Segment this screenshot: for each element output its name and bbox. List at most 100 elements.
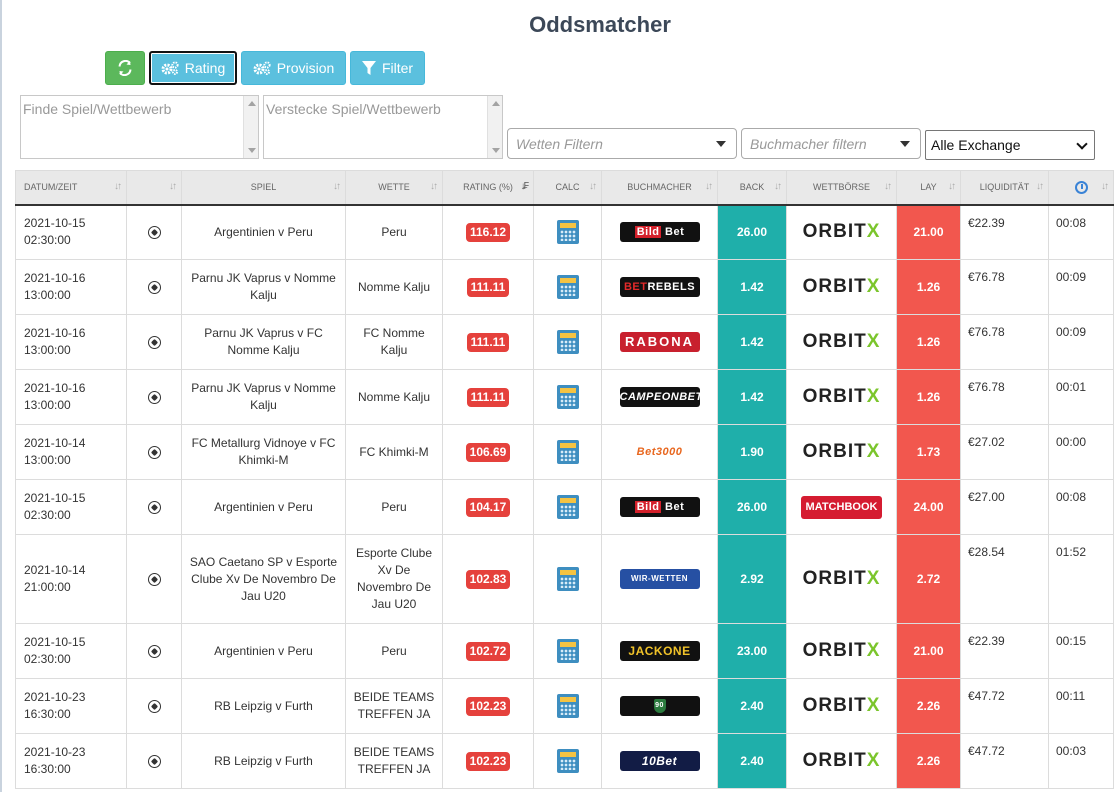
table-row[interactable]: 2021-10-15 02:30:00 Argentinien v Peru Peru… [15,204,1114,260]
bookmaker-cell[interactable]: Bild Bet [601,479,718,535]
col-header-bet[interactable]: Wette ↓↑ [345,170,443,206]
table-row[interactable]: 2021-10-15 02:30:00 Argentinien v Peru Peru… [15,623,1114,679]
find-match-placeholder: Finde Spiel/Wettbewerb [23,101,172,117]
back-odds-cell[interactable]: 1.90 [717,424,787,480]
provision-button[interactable]: Provision [241,51,346,85]
back-odds-cell[interactable]: 2.40 [717,733,787,789]
bookmaker-cell[interactable]: RABONA [601,314,718,370]
back-odds-cell[interactable]: 2.40 [717,678,787,734]
logo-text: ORBIT [802,275,867,297]
calculator-icon[interactable] [556,694,579,718]
table-row[interactable]: 2021-10-14 21:00:00 SAO Caetano SP v Espor… [15,534,1114,624]
lay-odds-cell[interactable]: 21.00 [896,623,961,679]
col-header-lay[interactable]: Lay ↓↑ [896,170,961,206]
bets-filter-select[interactable]: Wetten Filtern [507,128,737,159]
col-header-date[interactable]: Datum/Zeit ↓↑ [15,170,127,206]
back-odds-cell[interactable]: 26.00 [717,204,787,260]
bookmaker-cell[interactable]: 10Bet [601,733,718,789]
bookmaker-cell[interactable]: BETREBELS [601,259,718,315]
back-odds-cell[interactable]: 1.42 [717,314,787,370]
exchange-cell[interactable]: ORBITX [786,314,897,370]
table-row[interactable]: 2021-10-23 16:30:00 RB Leipzig v Furth BEID… [15,733,1114,789]
calculator-icon[interactable] [556,330,579,354]
calculator-icon[interactable] [556,220,579,245]
bookmaker-cell[interactable]: 90 [601,678,718,734]
col-header-sport[interactable]: ↓↑ [126,170,182,206]
col-header-age[interactable]: ↓↑ [1048,170,1114,206]
back-odds-cell[interactable]: 1.42 [717,369,787,425]
jackone-logo: JACKONE [619,641,700,661]
table-row[interactable]: 2021-10-16 13:00:00 Parnu JK Vaprus v Nomm… [15,369,1114,425]
liquidity-cell: €27.00 [960,479,1049,535]
col-header-label: Lay [920,182,937,193]
logo-text: ORBIT [802,385,867,407]
exchange-select[interactable]: Alle Exchange [925,130,1095,160]
table-row[interactable]: 2021-10-16 13:00:00 Parnu JK Vaprus v FC N… [15,314,1114,370]
exchange-cell[interactable]: ORBITX [786,424,897,480]
exchange-cell[interactable]: ORBITX [786,259,897,315]
col-header-exchange[interactable]: Wettbörse ↓↑ [786,170,897,206]
exchange-cell[interactable]: ORBITX [786,534,897,624]
logo-text: X [866,220,881,242]
calculator-icon[interactable] [556,495,579,519]
calculator-icon[interactable] [556,440,579,464]
textarea-scrollbar[interactable] [243,96,258,158]
table-row[interactable]: 2021-10-23 16:30:00 RB Leipzig v Furth BEID… [15,678,1114,734]
sort-icon: ↓↑ [589,181,597,192]
rating-button[interactable]: Rating [149,51,237,85]
lay-odds-cell[interactable]: 2.26 [896,678,961,734]
col-header-calc[interactable]: Calc ↓↑ [533,170,602,206]
col-header-liquidity[interactable]: Liquidität ↓↑ [960,170,1049,206]
lay-odds-cell[interactable]: 2.72 [896,534,961,624]
date-cell: 2021-10-23 16:30:00 [15,678,127,734]
exchange-cell[interactable]: ORBITX [786,733,897,789]
exchange-cell[interactable]: ORBITX [786,678,897,734]
exchange-cell[interactable]: ORBITX [786,204,897,260]
col-header-back[interactable]: Back ↓↑ [717,170,787,206]
lay-odds-cell[interactable]: 1.26 [896,259,961,315]
bookmaker-cell[interactable]: Bild Bet [601,204,718,260]
back-odds-cell[interactable]: 23.00 [717,623,787,679]
refresh-button[interactable] [105,51,145,85]
back-odds-cell[interactable]: 1.42 [717,259,787,315]
table-row[interactable]: 2021-10-16 13:00:00 Parnu JK Vaprus v Nomm… [15,259,1114,315]
bookmaker-cell[interactable]: CAMPEONBET [601,369,718,425]
calculator-screen [559,333,576,338]
bookmaker-cell[interactable]: Bet3000 [601,424,718,480]
table-row[interactable]: 2021-10-15 02:30:00 Argentinien v Peru Peru… [15,479,1114,535]
lay-odds-cell[interactable]: 1.26 [896,314,961,370]
bookmaker-cell[interactable]: WIR-WETTEN [601,534,718,624]
sport-cell [126,314,182,370]
filter-button[interactable]: Filter [350,51,425,85]
calculator-icon[interactable] [556,275,579,299]
rating-cell: 102.72 [442,623,534,679]
calculator-icon[interactable] [556,385,579,409]
calculator-icon[interactable] [556,639,579,663]
exchange-cell[interactable]: ORBITX [786,369,897,425]
table-row[interactable]: 2021-10-14 13:00:00 FC Metallurg Vidnoye v… [15,424,1114,480]
lay-odds-cell[interactable]: 24.00 [896,479,961,535]
lay-odds-cell[interactable]: 2.26 [896,733,961,789]
exchange-cell[interactable]: MATCHBOOK [786,479,897,535]
bookmaker-cell[interactable]: JACKONE [601,623,718,679]
calculator-icon[interactable] [556,567,579,591]
calculator-icon[interactable] [556,749,579,773]
orbitx-logo: ORBITX [803,441,881,462]
textarea-scrollbar[interactable] [487,96,502,158]
calc-cell [533,424,602,480]
calculator-keys [559,450,576,461]
back-odds-cell[interactable]: 2.92 [717,534,787,624]
rabona-logo: RABONA [619,332,700,352]
exchange-cell[interactable]: ORBITX [786,623,897,679]
find-match-textarea[interactable]: Finde Spiel/Wettbewerb [20,95,259,159]
lay-odds-cell[interactable]: 1.73 [896,424,961,480]
back-odds-cell[interactable]: 26.00 [717,479,787,535]
lay-odds-cell[interactable]: 1.26 [896,369,961,425]
bookmaker-filter-select[interactable]: Buchmacher filtern [741,128,921,159]
match-time: 13:00:00 [24,288,71,302]
col-header-bookmaker[interactable]: Buchmacher ↓↑ [601,170,718,206]
lay-odds-cell[interactable]: 21.00 [896,204,961,260]
hide-match-textarea[interactable]: Verstecke Spiel/Wettbewerb [263,95,503,159]
col-header-match[interactable]: Spiel ↓↑ [181,170,346,206]
col-header-rating[interactable]: Rating (%) ↓₣ [442,170,534,206]
